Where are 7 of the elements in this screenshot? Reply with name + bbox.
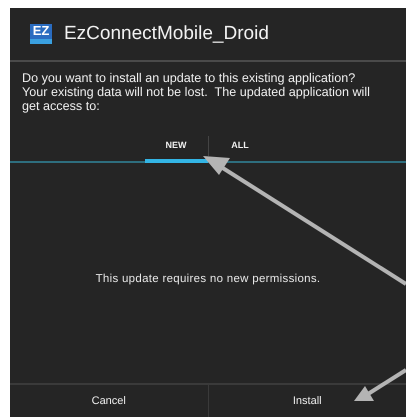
install-message: Do you want to install an update to this existing application? Your existing data will not be lost. The updated application will get access to:: [21, 70, 371, 113]
permissions-notice: This update requires no new permissions.: [96, 273, 320, 285]
permissions-tab[interactable]: ALL: [208, 131, 272, 163]
cancel-button[interactable]: Cancel: [10, 385, 208, 417]
annotation-arrow: [354, 368, 406, 401]
app-logo: EZ: [30, 24, 52, 44]
dialog-title: EzConnectMobile_Droid: [64, 23, 269, 45]
